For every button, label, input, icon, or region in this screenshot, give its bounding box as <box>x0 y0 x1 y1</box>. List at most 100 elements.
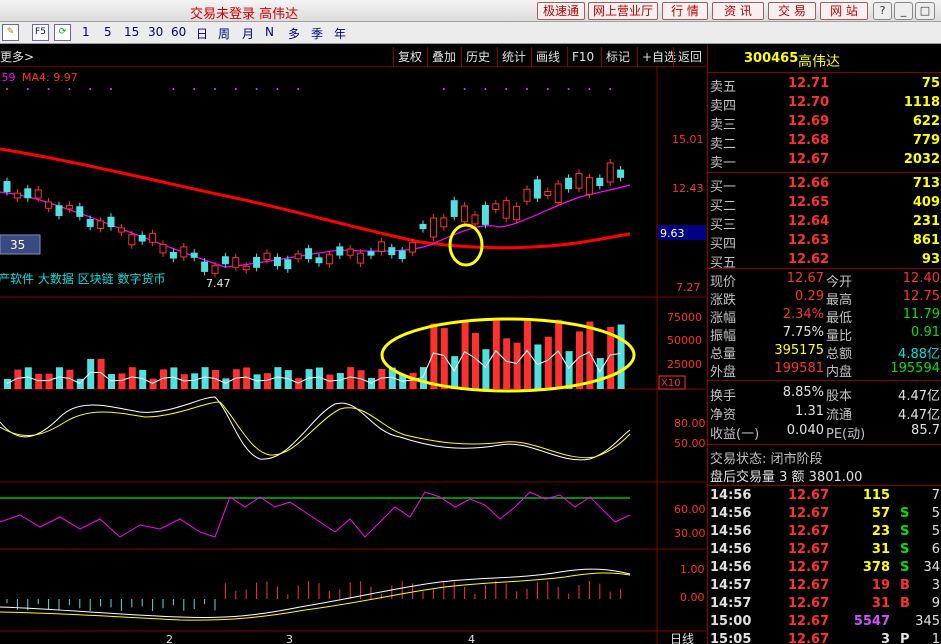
f5-icon[interactable]: F5 <box>32 24 49 41</box>
online-hall-button[interactable]: 网上营业厅 <box>588 2 658 20</box>
minimize-icon[interactable]: _ <box>894 2 913 20</box>
price-tick-3: 9.63 <box>660 227 685 240</box>
overlay-button[interactable]: 叠加 <box>427 47 460 67</box>
candle-body <box>346 248 354 256</box>
tick-volume: 23 <box>871 524 890 539</box>
ask-row: 卖五 12.71 75 <box>708 76 941 95</box>
refresh-icon[interactable]: ⟳ <box>54 24 71 41</box>
period-toolbar: ✎ F5 ⟳ 1 5 15 30 60 日 周 月 N 多 季 年 <box>0 22 941 44</box>
volume-bar <box>253 374 261 389</box>
event-dot <box>193 88 196 90</box>
period-label: 日线 <box>670 632 694 644</box>
volume-tick-1: 75000 <box>667 311 702 324</box>
range-day[interactable]: 日 <box>196 25 208 42</box>
ask-label: 卖四 <box>710 99 737 114</box>
candle-body <box>471 214 479 225</box>
candle-body <box>617 169 625 178</box>
history-button[interactable]: 历史 <box>461 47 494 67</box>
tick-price: 12.67 <box>788 488 830 503</box>
candle-body <box>481 204 489 225</box>
period-15min[interactable]: 15 <box>124 25 139 39</box>
candle-body <box>523 188 531 202</box>
news-button[interactable]: 资 讯 <box>712 2 764 20</box>
after-hours-volume: 盘后交易量 3 额 3801.00 <box>710 470 863 485</box>
kline-chart[interactable]: .59 MA4: 9.97 15.01 12.43 9.63 7.27 35 产… <box>0 67 706 644</box>
pencil-icon[interactable]: ✎ <box>2 24 19 41</box>
candle-body <box>128 234 136 246</box>
draw-button[interactable]: 画线 <box>531 47 564 67</box>
period-30min[interactable]: 30 <box>148 25 163 39</box>
period-1min[interactable]: 1 <box>82 25 90 39</box>
tick-row: 14:57 12.67 19 B 3 <box>708 578 941 596</box>
event-dot <box>214 88 216 90</box>
tick-volume: 5547 <box>853 614 890 629</box>
event-dot <box>89 88 92 90</box>
kdj-tick-1: 80.00 <box>674 417 706 430</box>
candle-body <box>211 265 219 274</box>
candle-body <box>159 243 167 254</box>
period-60min[interactable]: 60 <box>171 25 186 39</box>
range-month[interactable]: 月 <box>242 25 254 42</box>
range-week[interactable]: 周 <box>218 25 230 42</box>
maximize-icon[interactable]: □ <box>915 2 935 20</box>
tick-row: 15:00 12.67 5547 345 <box>708 614 941 632</box>
event-dot <box>68 88 71 90</box>
market-button[interactable]: 行 情 <box>662 2 708 20</box>
tick-price: 12.67 <box>788 596 830 611</box>
quote-panel: 300465 高伟达 卖五 12.71 75 卖四 12.70 1118 卖三 12… <box>707 45 941 644</box>
ask-label: 卖一 <box>710 156 737 171</box>
help-icon[interactable]: ? <box>873 2 892 20</box>
bid-row: 买三 12.64 231 <box>708 214 941 233</box>
candle-body <box>86 219 94 227</box>
volume-bar <box>368 377 375 389</box>
stat-row: 涨幅 2.34% 最低 11.79 <box>710 307 940 326</box>
ma4-legend: MA4: 9.97 <box>22 71 78 84</box>
bid-label: 买一 <box>710 180 737 195</box>
candle-body <box>367 251 375 256</box>
event-dot <box>463 88 466 90</box>
tick-row: 14:56 12.67 31 S 6 <box>708 542 941 560</box>
ask-row: 卖一 12.67 2032 <box>708 152 941 171</box>
bid-label: 买四 <box>710 237 737 252</box>
bid-volume: 409 <box>912 195 940 210</box>
candle-body <box>107 216 115 228</box>
bid-price: 12.64 <box>788 214 830 229</box>
tick-count: 345 <box>915 614 940 629</box>
tick-price: 12.67 <box>788 506 830 521</box>
period-5min[interactable]: 5 <box>104 25 112 39</box>
candle-body <box>65 204 73 210</box>
tick-side: S <box>900 542 910 557</box>
ask-row: 卖四 12.70 1118 <box>708 95 941 114</box>
back-button[interactable]: 返回 <box>673 47 706 67</box>
candle-body <box>76 206 84 217</box>
volume-bar <box>326 374 334 389</box>
stat-row: 外盘 199581 内盘 195594 <box>710 361 940 380</box>
f10-button[interactable]: F10 <box>567 47 598 67</box>
kdj-tick-2: 50.00 <box>674 437 706 450</box>
ask-price: 12.71 <box>788 76 830 91</box>
tick-row: 14:56 12.67 57 S 5 <box>708 506 941 524</box>
more-button[interactable]: 更多> <box>0 47 38 67</box>
stats-button[interactable]: 统计 <box>497 47 530 67</box>
website-button[interactable]: 网 站 <box>820 2 868 20</box>
volume-bar <box>503 338 511 389</box>
bid-volume: 713 <box>912 176 940 191</box>
range-multi[interactable]: 多 <box>288 25 300 42</box>
adjust-button[interactable]: 复权 <box>393 47 426 67</box>
speed-channel-button[interactable]: 极速通 <box>537 2 585 20</box>
candle-body <box>34 189 42 199</box>
volume-bar <box>482 349 490 389</box>
range-year[interactable]: 年 <box>334 25 346 42</box>
ask-label: 卖五 <box>710 80 737 95</box>
candle-body <box>242 265 250 271</box>
range-n[interactable]: N <box>265 25 274 39</box>
trade-button[interactable]: 交 易 <box>768 2 816 20</box>
tick-volume: 115 <box>862 488 890 503</box>
range-quarter[interactable]: 季 <box>311 25 323 42</box>
mark-button[interactable]: 标记 <box>601 47 634 67</box>
price-tick-1: 15.01 <box>672 133 704 146</box>
volume-bar <box>596 358 604 389</box>
event-dot <box>588 88 591 90</box>
price-tick-4: 7.27 <box>676 281 701 294</box>
event-dot <box>546 88 549 90</box>
